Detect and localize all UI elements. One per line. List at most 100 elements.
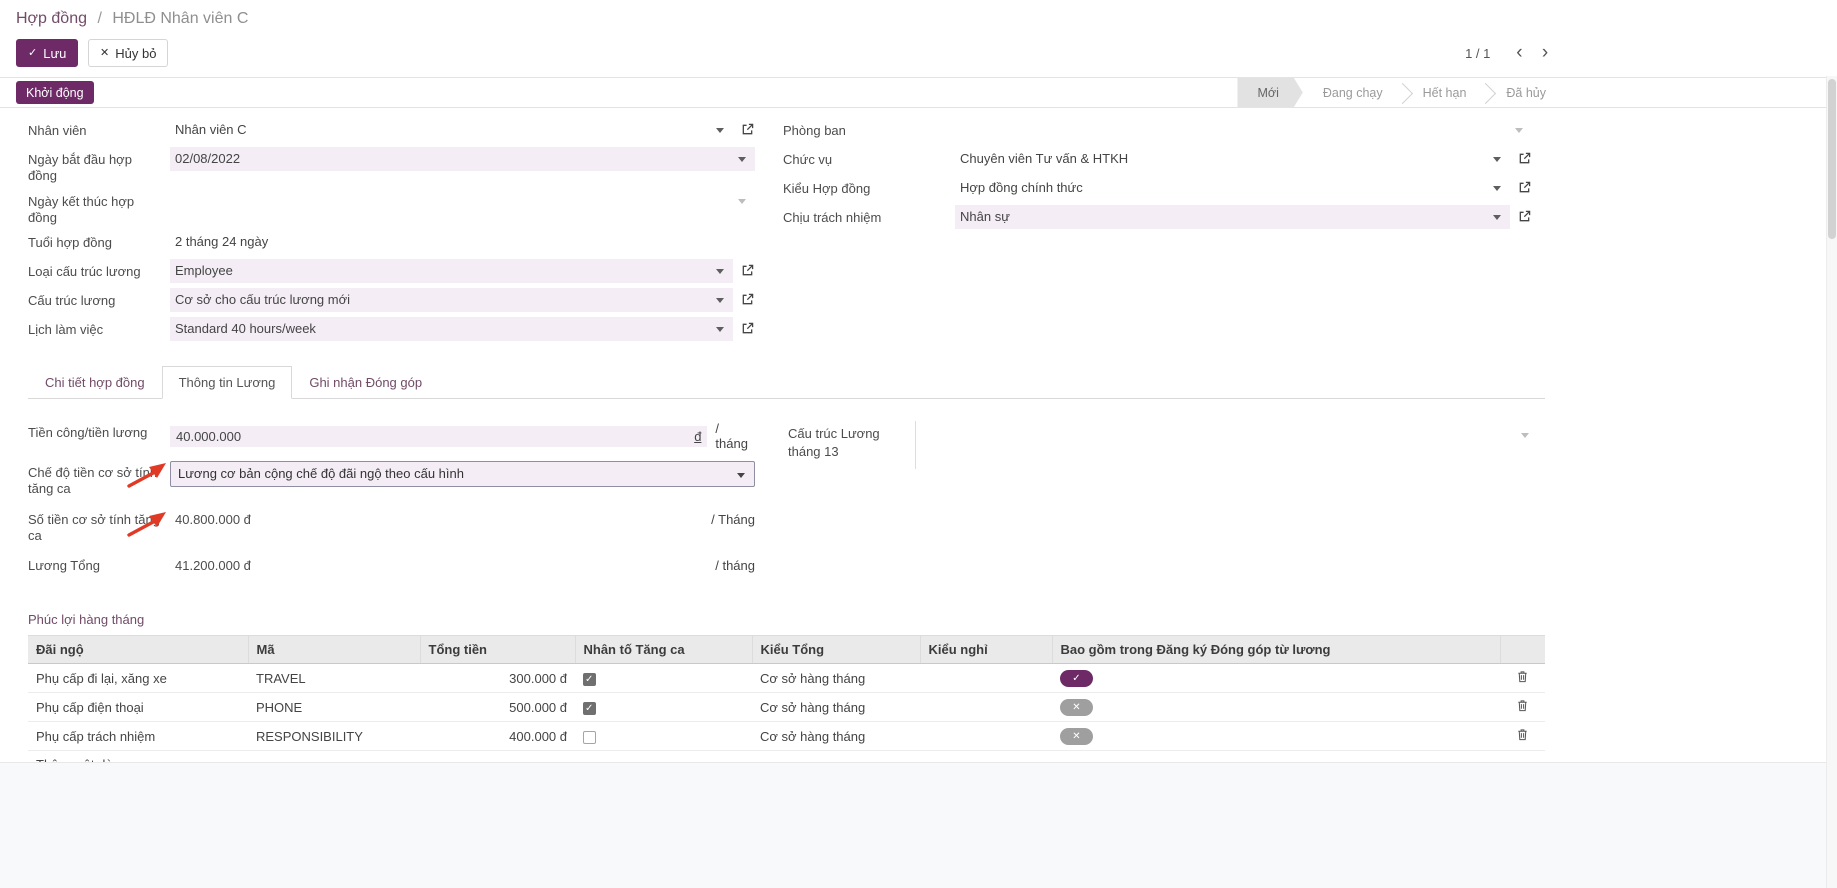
tab-label: Chi tiết hợp đồng xyxy=(45,375,145,390)
benefit-total-type-cell[interactable]: Cơ sở hàng tháng xyxy=(752,664,920,693)
chevron-down-icon xyxy=(716,298,724,303)
start-date-field[interactable]: 02/08/2022 xyxy=(170,147,755,171)
benefit-amount-cell[interactable]: 300.000 đ xyxy=(420,664,575,693)
chevron-down-icon xyxy=(737,473,745,478)
stage-moi[interactable]: Mới xyxy=(1237,78,1302,107)
job-position-field[interactable]: Chuyên viên Tư vấn & HTKH xyxy=(955,147,1510,171)
pager-previous-button[interactable]: ‹ xyxy=(1508,43,1530,63)
vertical-scrollbar[interactable] xyxy=(1826,76,1837,888)
field-loai-cau-truc-luong: Loại cấu trúc lương Employee xyxy=(28,259,755,288)
field-value: 2 tháng 24 ngày xyxy=(175,234,268,249)
benefit-leave-type-cell[interactable] xyxy=(920,722,1052,751)
hr-responsible-field[interactable]: Nhân sự xyxy=(955,205,1510,229)
wage-input-box: đ xyxy=(170,426,707,447)
trash-icon[interactable] xyxy=(1516,699,1529,715)
stage-label: Đã hủy xyxy=(1506,86,1546,100)
external-link-icon[interactable] xyxy=(1518,210,1532,223)
overtime-base-mode-select[interactable]: Lương cơ bản cộng chế độ đãi ngộ theo cấ… xyxy=(170,461,755,487)
included-toggle[interactable] xyxy=(1060,728,1093,745)
stage-het-han[interactable]: Hết hạn xyxy=(1403,78,1487,107)
overtime-factor-checkbox[interactable] xyxy=(583,673,596,686)
field-value: Employee xyxy=(175,263,233,278)
tab-thong-tin-luong[interactable]: Thông tin Lương xyxy=(162,366,293,399)
stage-label: Mới xyxy=(1257,86,1278,100)
trash-icon[interactable] xyxy=(1516,670,1529,686)
scrollbar-thumb[interactable] xyxy=(1828,79,1836,239)
pager-counter: 1 / 1 xyxy=(1465,46,1490,61)
benefit-code-cell[interactable]: TRAVEL xyxy=(248,664,420,693)
col-actions xyxy=(1500,636,1545,664)
stage-pipeline: Mới Đang chạy Hết hạn Đã hủy xyxy=(1237,78,1566,107)
benefit-delete-cell xyxy=(1500,664,1545,693)
employee-m2o-field[interactable]: Nhân viên C xyxy=(170,118,733,142)
external-link-icon[interactable] xyxy=(741,322,755,335)
currency-symbol: đ xyxy=(694,429,701,444)
breadcrumb: Hợp đồng / HĐLĐ Nhân viên C xyxy=(16,6,1837,32)
field-value: Hợp đồng chính thức xyxy=(960,180,1083,195)
contract-type-field[interactable]: Hợp đồng chính thức xyxy=(955,176,1510,200)
benefit-leave-type-cell[interactable] xyxy=(920,693,1052,722)
start-contract-button[interactable]: Khởi động xyxy=(16,81,94,104)
benefit-amount-cell[interactable]: 500.000 đ xyxy=(420,693,575,722)
form-group-left: Nhân viên Nhân viên C Ngày bắt đầu hợp đ… xyxy=(28,118,755,346)
wage-input[interactable] xyxy=(176,429,688,444)
benefit-code-cell[interactable]: PHONE xyxy=(248,693,420,722)
external-link-icon[interactable] xyxy=(1518,152,1532,165)
form-buttons: ✓ Lưu ✕ Hủy bỏ xyxy=(16,39,168,67)
overtime-factor-checkbox[interactable] xyxy=(583,702,596,715)
save-button[interactable]: ✓ Lưu xyxy=(16,39,78,67)
structure-type-field[interactable]: Employee xyxy=(170,259,733,283)
stage-label: Đang chạy xyxy=(1323,86,1383,100)
field-phong-ban: Phòng ban xyxy=(783,118,1532,147)
stage-dang-chay[interactable]: Đang chạy xyxy=(1303,78,1403,107)
external-link-icon[interactable] xyxy=(741,264,755,277)
included-toggle[interactable] xyxy=(1060,670,1093,687)
benefit-code-cell[interactable]: RESPONSIBILITY xyxy=(248,722,420,751)
col-dai-ngo[interactable]: Đãi ngộ xyxy=(28,636,248,664)
end-date-field[interactable] xyxy=(170,189,755,213)
gross-salary-amount: 41.200.000 đ xyxy=(175,558,251,573)
field-label: Cấu trúc Lương tháng 13 xyxy=(783,421,915,460)
trash-icon[interactable] xyxy=(1516,728,1529,744)
col-kieu-nghi[interactable]: Kiểu nghỉ xyxy=(920,636,1052,664)
benefit-total-type-cell[interactable]: Cơ sở hàng tháng xyxy=(752,693,920,722)
thirteenth-month-structure-field[interactable] xyxy=(915,421,1545,469)
overtime-factor-checkbox[interactable] xyxy=(583,731,596,744)
benefit-included-cell xyxy=(1052,664,1500,693)
stage-da-huy[interactable]: Đã hủy xyxy=(1486,78,1566,107)
period-suffix: / Tháng xyxy=(711,512,755,527)
benefit-name-cell[interactable]: Phụ cấp đi lại, xăng xe xyxy=(28,664,248,693)
col-tong-tien[interactable]: Tổng tiền xyxy=(420,636,575,664)
benefit-name-cell[interactable]: Phụ cấp điện thoại xyxy=(28,693,248,722)
pager-next-button[interactable]: › xyxy=(1534,43,1556,63)
benefit-amount-cell[interactable]: 400.000 đ xyxy=(420,722,575,751)
stage-label: Hết hạn xyxy=(1423,86,1467,100)
field-cau-truc-luong: Cấu trúc lương Cơ sở cho cấu trúc lương … xyxy=(28,288,755,317)
tab-ghi-nhan-dong-gop[interactable]: Ghi nhận Đóng góp xyxy=(292,366,439,399)
field-label: Loại cấu trúc lương xyxy=(28,259,170,284)
breadcrumb-parent-link[interactable]: Hợp đồng xyxy=(16,10,87,27)
col-kieu-tong[interactable]: Kiểu Tổng xyxy=(752,636,920,664)
external-link-icon[interactable] xyxy=(1518,181,1532,194)
wage-period-suffix: / tháng xyxy=(715,421,755,451)
working-schedule-field[interactable]: Standard 40 hours/week xyxy=(170,317,733,341)
discard-button[interactable]: ✕ Hủy bỏ xyxy=(88,39,168,67)
col-bao-gom-dong-gop[interactable]: Bao gồm trong Đăng ký Đóng góp từ lương xyxy=(1052,636,1500,664)
col-ma[interactable]: Mã xyxy=(248,636,420,664)
external-link-icon[interactable] xyxy=(741,123,755,136)
external-link-icon[interactable] xyxy=(741,293,755,306)
field-label: Chức vụ xyxy=(783,147,955,172)
field-value: Chuyên viên Tư vấn & HTKH xyxy=(960,151,1128,166)
field-label: Lương Tổng xyxy=(28,554,170,574)
discard-button-label: Hủy bỏ xyxy=(115,46,156,61)
tab-label: Thông tin Lương xyxy=(179,375,276,390)
department-field[interactable] xyxy=(955,118,1532,142)
benefit-total-type-cell[interactable]: Cơ sở hàng tháng xyxy=(752,722,920,751)
included-toggle[interactable] xyxy=(1060,699,1093,716)
col-nhan-to-tang-ca[interactable]: Nhân tố Tăng ca xyxy=(575,636,752,664)
tab-chi-tiet-hop-dong[interactable]: Chi tiết hợp đồng xyxy=(28,366,162,399)
salary-structure-field[interactable]: Cơ sở cho cấu trúc lương mới xyxy=(170,288,733,312)
benefit-name-cell[interactable]: Phụ cấp trách nhiệm xyxy=(28,722,248,751)
field-label: Số tiền cơ sở tính tăng ca xyxy=(28,508,170,545)
benefit-leave-type-cell[interactable] xyxy=(920,664,1052,693)
